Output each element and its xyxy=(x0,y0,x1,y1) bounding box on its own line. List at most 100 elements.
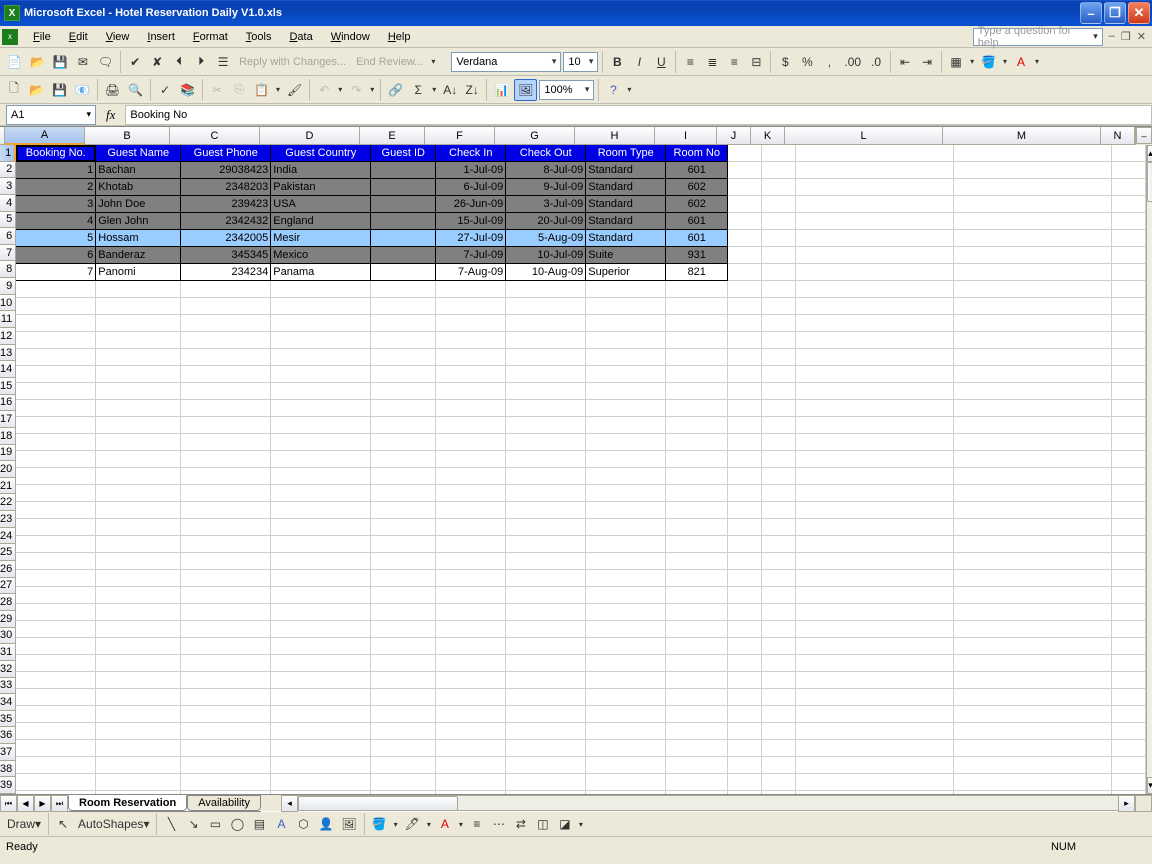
cell[interactable] xyxy=(762,638,796,655)
save-icon[interactable]: 💾 xyxy=(49,79,70,101)
menu-window[interactable]: Window xyxy=(322,29,379,45)
cell[interactable] xyxy=(954,638,1112,655)
cell[interactable] xyxy=(96,791,181,794)
new-icon[interactable]: 🗋 xyxy=(4,79,24,101)
cell[interactable] xyxy=(762,655,796,672)
cell[interactable] xyxy=(666,689,728,706)
cell[interactable] xyxy=(181,621,271,638)
cell[interactable] xyxy=(796,162,954,179)
cell[interactable]: 3-Jul-09 xyxy=(506,196,586,213)
row-header-6[interactable]: 6 xyxy=(0,228,16,245)
cell[interactable] xyxy=(954,179,1112,196)
cell[interactable] xyxy=(796,774,954,791)
horizontal-scrollbar[interactable]: ◂ ▸ xyxy=(281,795,1135,811)
cell[interactable] xyxy=(371,519,436,536)
cell[interactable] xyxy=(666,281,728,298)
cell[interactable] xyxy=(371,655,436,672)
cell[interactable] xyxy=(436,434,506,451)
cell[interactable] xyxy=(271,536,371,553)
cell[interactable] xyxy=(728,315,762,332)
cell[interactable] xyxy=(1112,196,1146,213)
cell[interactable] xyxy=(16,587,96,604)
cell[interactable] xyxy=(796,570,954,587)
cell[interactable] xyxy=(762,196,796,213)
cell[interactable]: Glen John xyxy=(96,213,181,230)
shadow-icon[interactable]: ◫ xyxy=(533,813,553,835)
cell[interactable] xyxy=(796,179,954,196)
cell[interactable] xyxy=(728,706,762,723)
cell[interactable] xyxy=(762,587,796,604)
cell[interactable]: Mexico xyxy=(271,247,371,264)
cell[interactable] xyxy=(271,502,371,519)
cell[interactable] xyxy=(271,587,371,604)
cell[interactable] xyxy=(954,757,1112,774)
row-header-2[interactable]: 2 xyxy=(0,162,16,179)
cell[interactable]: Check Out xyxy=(506,145,586,162)
cell[interactable] xyxy=(371,757,436,774)
cell[interactable] xyxy=(181,383,271,400)
cell[interactable] xyxy=(954,774,1112,791)
cell[interactable] xyxy=(954,400,1112,417)
chevron-down-icon[interactable]: ▾ xyxy=(552,56,557,67)
cell[interactable] xyxy=(796,281,954,298)
cell[interactable]: 7 xyxy=(16,264,96,281)
cell[interactable] xyxy=(436,791,506,794)
cell[interactable] xyxy=(1112,162,1146,179)
column-header-J[interactable]: J xyxy=(717,127,751,145)
cell[interactable] xyxy=(728,434,762,451)
cell[interactable] xyxy=(506,587,586,604)
cell[interactable] xyxy=(436,383,506,400)
cell[interactable] xyxy=(16,774,96,791)
cell[interactable]: 10-Aug-09 xyxy=(506,264,586,281)
cell[interactable] xyxy=(371,485,436,502)
insert-comment-icon[interactable]: 🗨 xyxy=(95,51,116,73)
cell[interactable] xyxy=(1112,536,1146,553)
comma-style-icon[interactable]: , xyxy=(819,51,839,73)
cell[interactable] xyxy=(762,553,796,570)
cell[interactable] xyxy=(796,451,954,468)
cell[interactable] xyxy=(96,315,181,332)
cell[interactable] xyxy=(762,332,796,349)
cell[interactable] xyxy=(96,502,181,519)
cell[interactable] xyxy=(271,332,371,349)
cell[interactable] xyxy=(586,672,666,689)
cell[interactable] xyxy=(728,621,762,638)
row-header-38[interactable]: 38 xyxy=(0,761,16,778)
cell[interactable] xyxy=(586,774,666,791)
row-header-24[interactable]: 24 xyxy=(0,528,16,545)
scroll-thumb[interactable] xyxy=(1147,162,1152,202)
permission-icon[interactable]: 📧 xyxy=(72,79,93,101)
cell[interactable] xyxy=(371,468,436,485)
cell[interactable]: 602 xyxy=(666,179,728,196)
cell[interactable] xyxy=(16,740,96,757)
cell[interactable] xyxy=(666,349,728,366)
cell[interactable] xyxy=(16,417,96,434)
currency-icon[interactable]: $ xyxy=(775,51,795,73)
cell[interactable] xyxy=(1112,213,1146,230)
cell[interactable] xyxy=(16,485,96,502)
row-header-31[interactable]: 31 xyxy=(0,644,16,661)
cell[interactable] xyxy=(506,417,586,434)
cell[interactable] xyxy=(96,723,181,740)
cell[interactable] xyxy=(796,689,954,706)
toolbar-options-icon[interactable]: ▾ xyxy=(577,820,585,829)
cell[interactable] xyxy=(666,570,728,587)
cell[interactable] xyxy=(762,179,796,196)
cell[interactable] xyxy=(728,400,762,417)
cell[interactable] xyxy=(436,604,506,621)
cell[interactable] xyxy=(666,604,728,621)
cell[interactable] xyxy=(728,672,762,689)
cell[interactable] xyxy=(16,451,96,468)
mdi-close-button[interactable]: ✕ xyxy=(1135,30,1148,43)
cell[interactable] xyxy=(16,298,96,315)
cell[interactable] xyxy=(506,621,586,638)
cell[interactable] xyxy=(586,553,666,570)
cell[interactable]: Bachan xyxy=(96,162,181,179)
cell[interactable]: 10-Jul-09 xyxy=(506,247,586,264)
cell[interactable] xyxy=(436,723,506,740)
cell[interactable] xyxy=(436,689,506,706)
cell[interactable] xyxy=(96,587,181,604)
cell[interactable]: Khotab xyxy=(96,179,181,196)
line-color-icon[interactable]: 🖊 xyxy=(402,813,423,835)
italic-button[interactable]: I xyxy=(629,51,649,73)
